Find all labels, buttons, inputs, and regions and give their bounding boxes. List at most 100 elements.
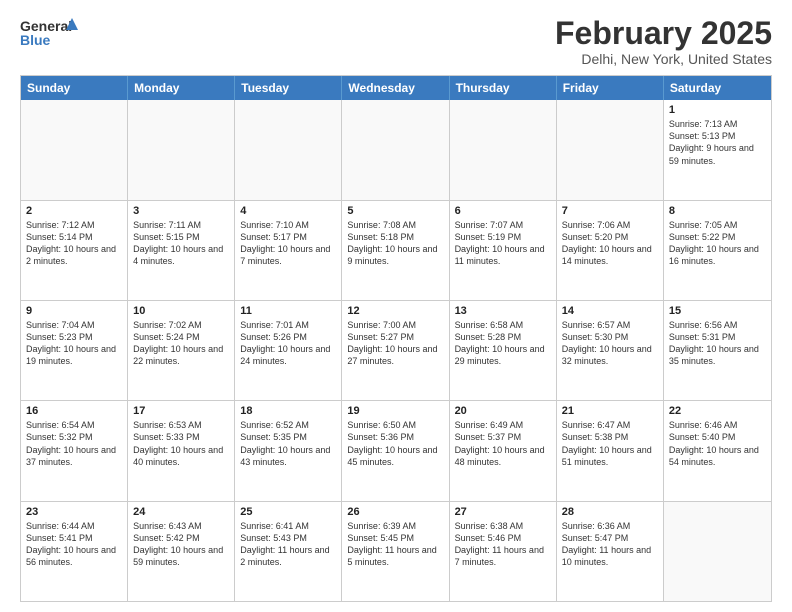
calendar-cell: 7Sunrise: 7:06 AM Sunset: 5:20 PM Daylig…: [557, 201, 664, 300]
page: GeneralBlue February 2025 Delhi, New Yor…: [0, 0, 792, 612]
col-header-saturday: Saturday: [664, 76, 771, 100]
day-info: Sunrise: 7:10 AM Sunset: 5:17 PM Dayligh…: [240, 219, 336, 268]
day-number: 9: [26, 305, 122, 317]
calendar-row-3: 9Sunrise: 7:04 AM Sunset: 5:23 PM Daylig…: [21, 300, 771, 400]
calendar-cell: 3 Sunrise: 7:11 AM Sunset: 5:15 PM Daylig…: [128, 201, 235, 300]
calendar-cell: 4 Sunrise: 7:10 AM Sunset: 5:17 PM Daylig…: [235, 201, 342, 300]
day-info: Sunrise: 6:47 AM Sunset: 5:38 PM Dayligh…: [562, 419, 658, 468]
day-number: 28: [562, 506, 658, 518]
day-number: 4: [240, 205, 336, 217]
day-number: 2: [26, 205, 122, 217]
calendar-cell: [235, 100, 342, 199]
day-number: 18: [240, 405, 336, 417]
calendar-cell: 5 Sunrise: 7:08 AM Sunset: 5:18 PM Daylig…: [342, 201, 449, 300]
day-info: Sunrise: 6:43 AM Sunset: 5:42 PM Dayligh…: [133, 520, 229, 569]
calendar-cell: 21Sunrise: 6:47 AM Sunset: 5:38 PM Dayli…: [557, 401, 664, 500]
day-info: Sunrise: 6:54 AM Sunset: 5:32 PM Dayligh…: [26, 419, 122, 468]
day-info: Sunrise: 6:57 AM Sunset: 5:30 PM Dayligh…: [562, 319, 658, 368]
calendar-cell: 12 Sunrise: 7:00 AM Sunset: 5:27 PM Dayli…: [342, 301, 449, 400]
day-info: Sunrise: 7:06 AM Sunset: 5:20 PM Dayligh…: [562, 219, 658, 268]
day-number: 25: [240, 506, 336, 518]
calendar-cell: [21, 100, 128, 199]
day-number: 16: [26, 405, 122, 417]
day-info: Sunrise: 6:44 AM Sunset: 5:41 PM Dayligh…: [26, 520, 122, 569]
title-block: February 2025 Delhi, New York, United St…: [555, 16, 772, 67]
calendar-cell: 19 Sunrise: 6:50 AM Sunset: 5:36 PM Dayli…: [342, 401, 449, 500]
calendar-cell: 10Sunrise: 7:02 AM Sunset: 5:24 PM Dayli…: [128, 301, 235, 400]
day-number: 3: [133, 205, 229, 217]
logo: GeneralBlue: [20, 16, 80, 48]
day-info: Sunrise: 7:07 AM Sunset: 5:19 PM Dayligh…: [455, 219, 551, 268]
day-info: Sunrise: 6:41 AM Sunset: 5:43 PM Dayligh…: [240, 520, 336, 569]
calendar-cell: 6 Sunrise: 7:07 AM Sunset: 5:19 PM Daylig…: [450, 201, 557, 300]
calendar-cell: 24 Sunrise: 6:43 AM Sunset: 5:42 PM Dayli…: [128, 502, 235, 601]
calendar-cell: 18 Sunrise: 6:52 AM Sunset: 5:35 PM Dayli…: [235, 401, 342, 500]
day-number: 23: [26, 506, 122, 518]
calendar-cell: 13Sunrise: 6:58 AM Sunset: 5:28 PM Dayli…: [450, 301, 557, 400]
month-title: February 2025: [555, 16, 772, 51]
day-info: Sunrise: 7:01 AM Sunset: 5:26 PM Dayligh…: [240, 319, 336, 368]
calendar-cell: 25 Sunrise: 6:41 AM Sunset: 5:43 PM Dayli…: [235, 502, 342, 601]
day-info: Sunrise: 6:38 AM Sunset: 5:46 PM Dayligh…: [455, 520, 551, 569]
calendar-cell: 23 Sunrise: 6:44 AM Sunset: 5:41 PM Dayli…: [21, 502, 128, 601]
col-header-sunday: Sunday: [21, 76, 128, 100]
day-info: Sunrise: 6:39 AM Sunset: 5:45 PM Dayligh…: [347, 520, 443, 569]
day-number: 11: [240, 305, 336, 317]
calendar-cell: 27Sunrise: 6:38 AM Sunset: 5:46 PM Dayli…: [450, 502, 557, 601]
day-info: Sunrise: 6:56 AM Sunset: 5:31 PM Dayligh…: [669, 319, 766, 368]
calendar-cell: [664, 502, 771, 601]
subtitle: Delhi, New York, United States: [555, 51, 772, 67]
day-number: 5: [347, 205, 443, 217]
day-number: 10: [133, 305, 229, 317]
day-number: 17: [133, 405, 229, 417]
day-info: Sunrise: 6:49 AM Sunset: 5:37 PM Dayligh…: [455, 419, 551, 468]
calendar-cell: 16 Sunrise: 6:54 AM Sunset: 5:32 PM Dayli…: [21, 401, 128, 500]
calendar-cell: 11 Sunrise: 7:01 AM Sunset: 5:26 PM Dayli…: [235, 301, 342, 400]
calendar-body: 1 Sunrise: 7:13 AM Sunset: 5:13 PM Daylig…: [21, 100, 771, 601]
day-info: Sunrise: 7:08 AM Sunset: 5:18 PM Dayligh…: [347, 219, 443, 268]
day-number: 14: [562, 305, 658, 317]
svg-text:Blue: Blue: [20, 32, 51, 48]
day-number: 6: [455, 205, 551, 217]
calendar-cell: 15 Sunrise: 6:56 AM Sunset: 5:31 PM Dayli…: [664, 301, 771, 400]
day-info: Sunrise: 7:00 AM Sunset: 5:27 PM Dayligh…: [347, 319, 443, 368]
calendar-cell: 22 Sunrise: 6:46 AM Sunset: 5:40 PM Dayli…: [664, 401, 771, 500]
calendar-row-4: 16 Sunrise: 6:54 AM Sunset: 5:32 PM Dayli…: [21, 400, 771, 500]
day-info: Sunrise: 6:36 AM Sunset: 5:47 PM Dayligh…: [562, 520, 658, 569]
logo-icon: GeneralBlue: [20, 16, 80, 48]
calendar-cell: 2 Sunrise: 7:12 AM Sunset: 5:14 PM Daylig…: [21, 201, 128, 300]
day-info: Sunrise: 6:58 AM Sunset: 5:28 PM Dayligh…: [455, 319, 551, 368]
calendar-cell: 9Sunrise: 7:04 AM Sunset: 5:23 PM Daylig…: [21, 301, 128, 400]
col-header-thursday: Thursday: [450, 76, 557, 100]
calendar-row-5: 23 Sunrise: 6:44 AM Sunset: 5:41 PM Dayli…: [21, 501, 771, 601]
day-info: Sunrise: 7:13 AM Sunset: 5:13 PM Dayligh…: [669, 118, 766, 167]
calendar-cell: 28 Sunrise: 6:36 AM Sunset: 5:47 PM Dayli…: [557, 502, 664, 601]
col-header-tuesday: Tuesday: [235, 76, 342, 100]
calendar-cell: 8 Sunrise: 7:05 AM Sunset: 5:22 PM Daylig…: [664, 201, 771, 300]
day-number: 19: [347, 405, 443, 417]
day-info: Sunrise: 7:11 AM Sunset: 5:15 PM Dayligh…: [133, 219, 229, 268]
day-number: 24: [133, 506, 229, 518]
col-header-wednesday: Wednesday: [342, 76, 449, 100]
day-number: 22: [669, 405, 766, 417]
col-header-monday: Monday: [128, 76, 235, 100]
calendar-cell: 1 Sunrise: 7:13 AM Sunset: 5:13 PM Daylig…: [664, 100, 771, 199]
calendar-cell: 14 Sunrise: 6:57 AM Sunset: 5:30 PM Dayli…: [557, 301, 664, 400]
day-number: 12: [347, 305, 443, 317]
day-number: 1: [669, 104, 766, 116]
calendar-cell: [342, 100, 449, 199]
day-info: Sunrise: 6:46 AM Sunset: 5:40 PM Dayligh…: [669, 419, 766, 468]
calendar-cell: [557, 100, 664, 199]
header: GeneralBlue February 2025 Delhi, New Yor…: [20, 16, 772, 67]
day-info: Sunrise: 6:50 AM Sunset: 5:36 PM Dayligh…: [347, 419, 443, 468]
col-header-friday: Friday: [557, 76, 664, 100]
day-number: 26: [347, 506, 443, 518]
day-number: 15: [669, 305, 766, 317]
day-number: 8: [669, 205, 766, 217]
calendar-cell: 20Sunrise: 6:49 AM Sunset: 5:37 PM Dayli…: [450, 401, 557, 500]
day-info: Sunrise: 7:05 AM Sunset: 5:22 PM Dayligh…: [669, 219, 766, 268]
calendar: SundayMondayTuesdayWednesdayThursdayFrid…: [20, 75, 772, 602]
calendar-row-1: 1 Sunrise: 7:13 AM Sunset: 5:13 PM Daylig…: [21, 100, 771, 199]
day-info: Sunrise: 6:52 AM Sunset: 5:35 PM Dayligh…: [240, 419, 336, 468]
day-info: Sunrise: 7:12 AM Sunset: 5:14 PM Dayligh…: [26, 219, 122, 268]
